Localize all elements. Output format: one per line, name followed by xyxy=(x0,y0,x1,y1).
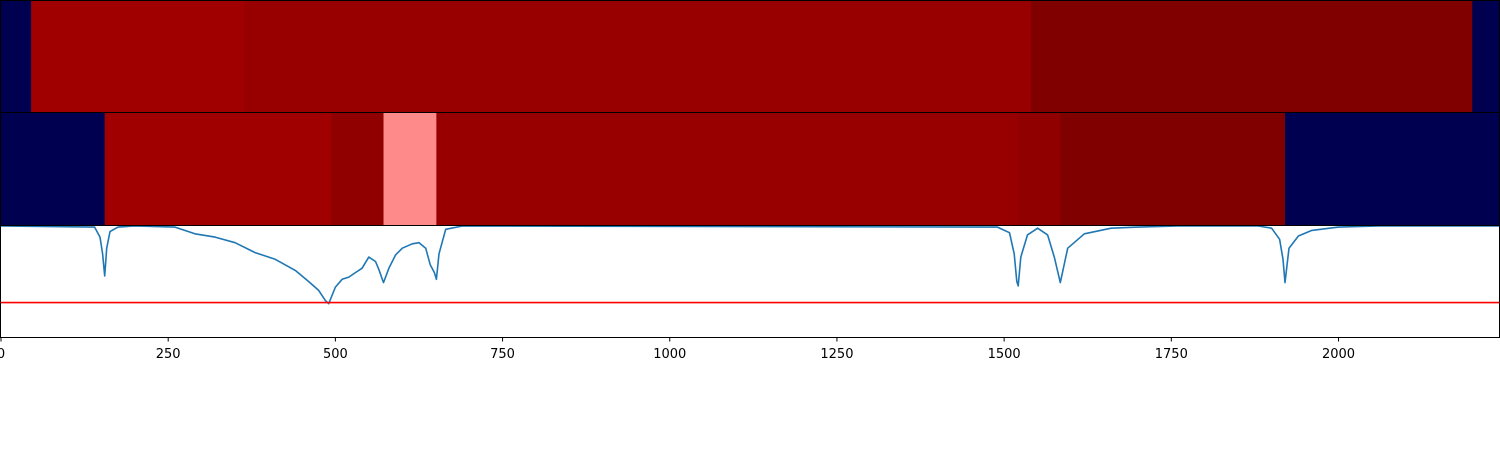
x-tick-label: 1750 xyxy=(1155,347,1188,362)
figure: 0 250 500 750 1000 1250 1500 1750 2000 xyxy=(0,0,1500,362)
heatmap-cell xyxy=(1030,1,1473,112)
heatmap-cell xyxy=(1285,113,1500,225)
heatmap-cell xyxy=(1472,1,1500,112)
heatmap-cell xyxy=(436,113,1019,225)
heatmap-cell xyxy=(1060,113,1286,225)
series-line xyxy=(0,225,1499,305)
heatmap-cell xyxy=(1018,113,1061,225)
heatmap-middle-panel xyxy=(0,112,1500,226)
line-plot-panel xyxy=(0,225,1500,338)
x-axis: 0 250 500 750 1000 1250 1500 1750 2000 xyxy=(0,337,1355,362)
x-tick-label: 1500 xyxy=(988,347,1021,362)
x-tick-label: 1000 xyxy=(653,347,686,362)
x-tick-label: 750 xyxy=(490,347,515,362)
heatmap-cell xyxy=(1,113,106,225)
x-tick-label: 0 xyxy=(0,347,5,362)
x-tick-label: 500 xyxy=(323,347,348,362)
x-tick-label: 1250 xyxy=(820,347,853,362)
heatmap-cell xyxy=(1,1,32,112)
x-tick-label: 2000 xyxy=(1322,347,1355,362)
heatmap-top-panel xyxy=(0,0,1500,113)
x-tick-label: 250 xyxy=(156,347,181,362)
heatmap-cell xyxy=(243,1,1032,112)
heatmap-cell xyxy=(331,113,385,225)
panel-frame xyxy=(0,225,1500,338)
heatmap-cell xyxy=(31,1,245,112)
heatmap-cell xyxy=(104,113,332,225)
heatmap-cell xyxy=(383,113,437,225)
